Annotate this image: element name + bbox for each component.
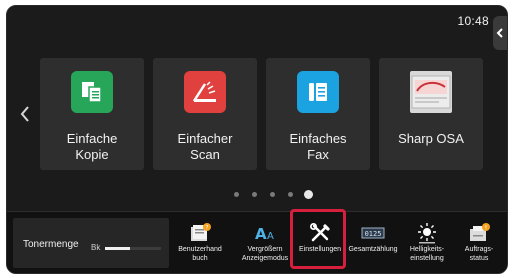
page-dot[interactable] (288, 192, 293, 197)
svg-text:A: A (255, 225, 267, 243)
tile-label-line2: Kopie (75, 147, 109, 162)
job-status-button[interactable]: ! Auftrags- status (455, 212, 503, 273)
settings-tools-icon (310, 223, 330, 242)
quick-label-line2: buch (192, 254, 208, 262)
sharp-osa-icon (410, 71, 452, 113)
brightness-icon (418, 223, 436, 244)
quick-label-line2: status (469, 254, 489, 262)
page-dot[interactable] (252, 192, 257, 197)
quick-label-line1: Vergrößern (247, 246, 283, 253)
tile-simple-scan[interactable]: Einfacher Scan (153, 58, 257, 170)
tile-label-line1: Sharp OSA (398, 131, 464, 146)
quick-label-line2: einstellung (410, 254, 444, 262)
tile-simple-copy[interactable]: Einfache Kopie (40, 58, 144, 170)
tile-sharp-osa[interactable]: Sharp OSA (379, 58, 483, 170)
copy-icon (71, 71, 113, 113)
enlarge-display-button[interactable]: A A Vergrößern Anzeigemodus (235, 212, 295, 273)
quick-access-bar: Tonermenge Bk ? Benutzerhand buch A A Ve… (7, 211, 507, 273)
page-dot[interactable] (234, 192, 239, 197)
manual-icon: ? (191, 223, 211, 241)
toner-level-bar (105, 247, 161, 250)
tile-label-line1: Einfacher (177, 131, 233, 146)
toner-label: Tonermenge (23, 239, 79, 250)
counter-icon: 0125 (361, 227, 385, 239)
side-panel-tab[interactable] (493, 16, 507, 50)
clock: 10:48 (457, 14, 489, 28)
svg-text:!: ! (485, 225, 487, 232)
user-manual-button[interactable]: ? Benutzerhand buch (175, 212, 225, 273)
page-dot[interactable] (270, 192, 275, 197)
tile-label-line2: Scan (190, 147, 220, 162)
svg-text:0125: 0125 (365, 230, 382, 238)
svg-text:A: A (267, 231, 274, 242)
fax-icon (297, 71, 339, 113)
page-indicator (7, 190, 507, 200)
quick-label-line1: Benutzerhand (178, 246, 222, 253)
quick-label-line2: Anzeigemodus (241, 254, 289, 262)
page-dot-active[interactable] (304, 190, 313, 199)
toner-color-label: Bk (91, 243, 101, 252)
chevron-left-icon (20, 106, 29, 122)
tile-label-line2: Fax (307, 147, 329, 162)
job-status-icon: ! (470, 223, 490, 241)
settings-button[interactable]: Einstellungen (293, 212, 347, 273)
tile-simple-fax[interactable]: Einfaches Fax (266, 58, 370, 170)
device-bezel: 10:48 Einfache Kopie Einfacher Scan Einf… (0, 0, 518, 278)
brightness-button[interactable]: Helligkeits- einstellung (401, 212, 453, 273)
quick-label-line1: Gesamtzählung (348, 246, 398, 253)
home-screen: 10:48 Einfache Kopie Einfacher Scan Einf… (6, 5, 508, 274)
quick-label-line1: Auftrags- (464, 246, 494, 253)
scan-icon (184, 71, 226, 113)
tile-label-line1: Einfache (66, 131, 118, 146)
total-count-button[interactable]: 0125 Gesamtzählung (347, 212, 399, 273)
tile-label-line1: Einfaches (289, 131, 347, 146)
quick-label-line1: Einstellungen (298, 246, 342, 253)
toner-level-fill (105, 247, 131, 250)
svg-text:?: ? (205, 225, 208, 232)
text-enlarge-icon: A A (255, 225, 274, 243)
previous-page-button[interactable] (15, 102, 35, 126)
chevron-left-icon (496, 28, 503, 38)
quick-label-line1: Helligkeits- (409, 246, 445, 253)
toner-indicator: Tonermenge Bk (13, 218, 169, 268)
